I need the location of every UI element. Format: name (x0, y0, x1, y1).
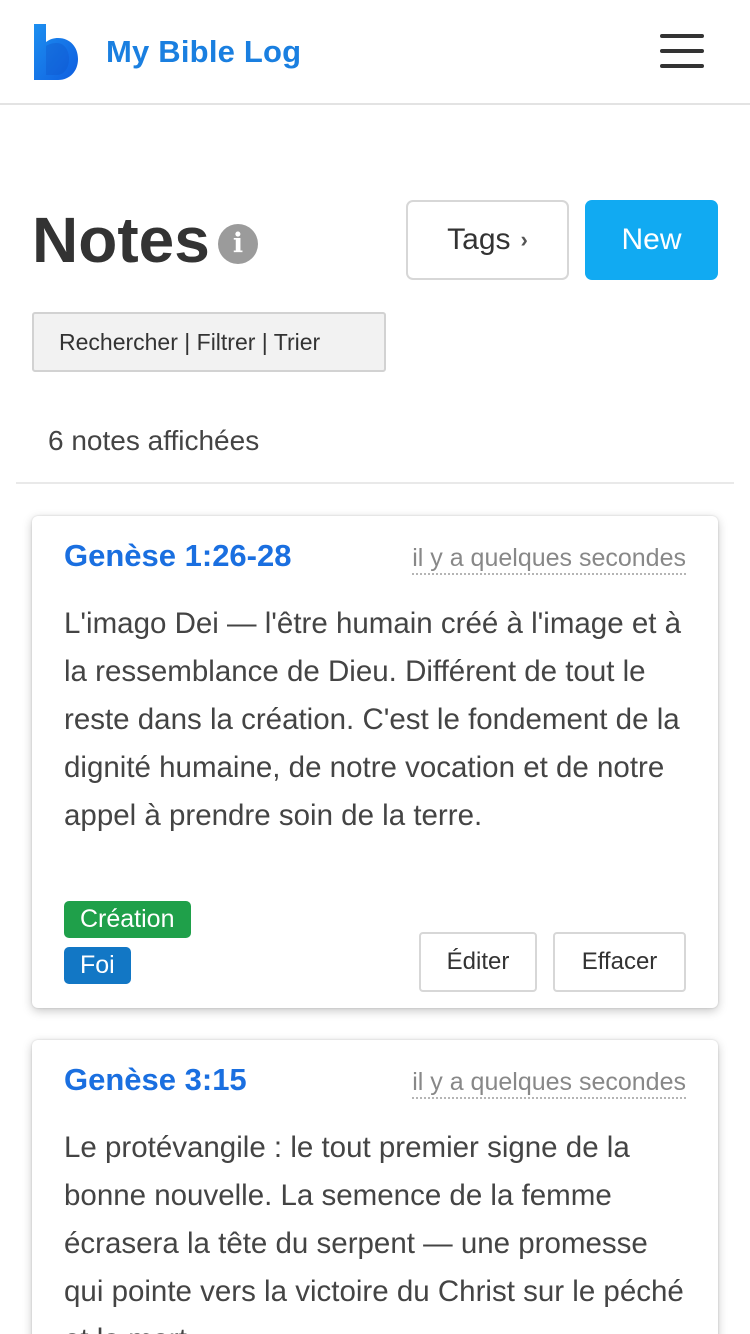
note-timestamp: il y a quelques secondes (412, 543, 686, 575)
note-card: Genèse 3:15 il y a quelques secondes Le … (32, 1040, 718, 1334)
page-title: Notes (32, 204, 210, 276)
delete-button[interactable]: Effacer (553, 932, 686, 992)
tags-button-label: Tags (447, 223, 511, 256)
note-text: Le protévangile : le tout premier signe … (64, 1131, 684, 1334)
note-reference-link[interactable]: Genèse 3:15 (64, 1062, 247, 1098)
note-text: L'imago Dei — l'être humain créé à l'ima… (64, 607, 682, 832)
search-filter-sort-button[interactable]: Rechercher | Filtrer | Trier (32, 312, 386, 372)
top-navbar: My Bible Log (0, 0, 750, 105)
brand-link[interactable]: My Bible Log (32, 24, 301, 80)
tags-button[interactable]: Tags › (406, 200, 569, 280)
note-reference-link[interactable]: Genèse 1:26-28 (64, 538, 291, 574)
app-name: My Bible Log (106, 34, 302, 69)
edit-button[interactable]: Éditer (419, 932, 537, 992)
tag-badge-foi[interactable]: Foi (64, 947, 131, 984)
bible-log-logo (34, 24, 78, 80)
chevron-right-icon: › (520, 227, 528, 252)
note-card: Genèse 1:26-28 il y a quelques secondes … (32, 516, 718, 1008)
note-timestamp: il y a quelques secondes (412, 1067, 686, 1099)
divider (16, 482, 734, 484)
new-note-button[interactable]: New (585, 200, 718, 280)
notes-count: 6 notes affichées (48, 425, 260, 456)
hamburger-menu-icon[interactable] (658, 34, 706, 70)
info-icon[interactable]: i (218, 224, 258, 264)
tag-badge-creation[interactable]: Création (64, 901, 191, 938)
